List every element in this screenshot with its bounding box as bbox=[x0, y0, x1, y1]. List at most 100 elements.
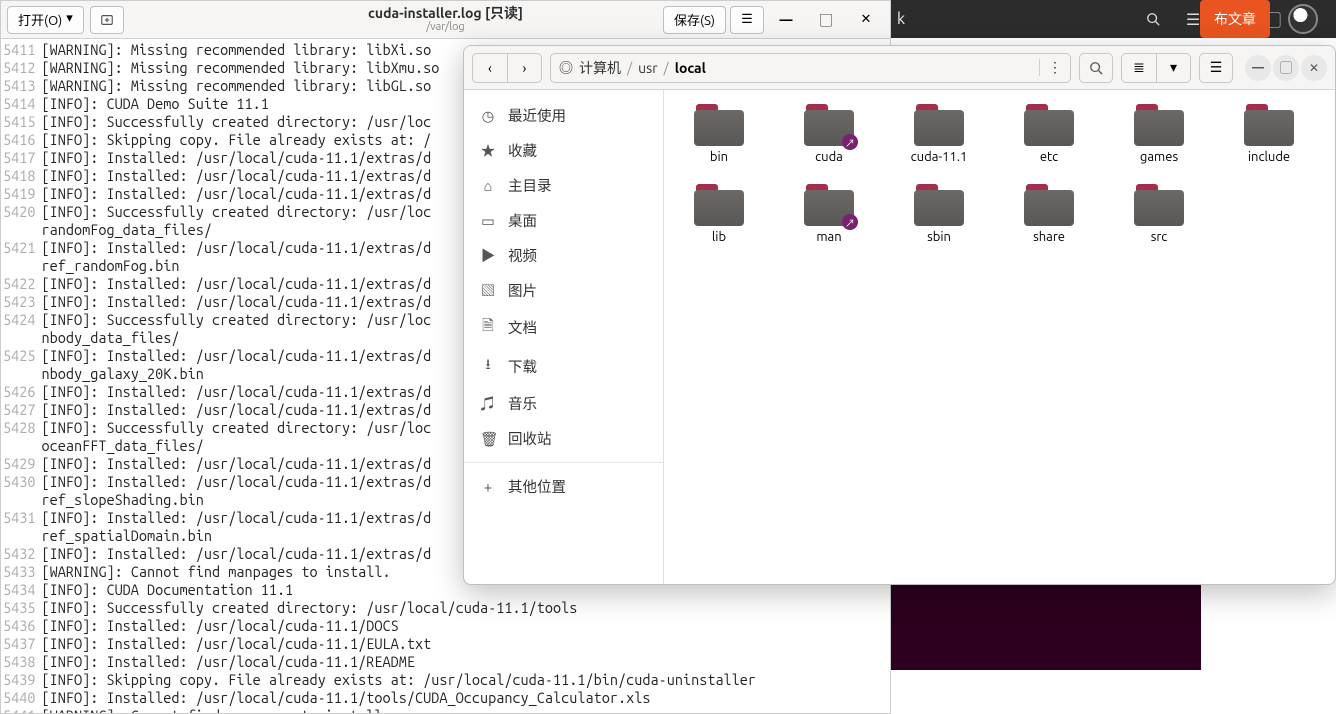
search-button[interactable] bbox=[1079, 53, 1113, 83]
nav-back-forward: ‹ › bbox=[472, 53, 542, 83]
folder-label: share bbox=[1033, 230, 1065, 244]
sidebar-item-label: 音乐 bbox=[508, 393, 537, 414]
view-switcher: ≣ ▾ bbox=[1121, 53, 1191, 83]
pathbar-menu-button[interactable]: ⋮ bbox=[1039, 59, 1062, 76]
recent-icon: ◷ bbox=[480, 107, 496, 125]
folder-icon bbox=[1134, 104, 1184, 146]
starred-icon: ★ bbox=[480, 140, 496, 161]
bg-search-button[interactable] bbox=[1136, 6, 1170, 32]
editor-title: cuda-installer.log [只读] /var/log bbox=[368, 6, 523, 33]
folder-games[interactable]: games bbox=[1122, 104, 1196, 164]
folder-label: include bbox=[1248, 150, 1290, 164]
fm-hamburger-button[interactable]: ☰ bbox=[1199, 53, 1233, 83]
folder-share[interactable]: share bbox=[1012, 184, 1086, 244]
publish-article-button[interactable]: 布文章 bbox=[1200, 0, 1270, 38]
fm-window-controls: ━ ▢ ✕ bbox=[1245, 55, 1327, 81]
folder-cuda[interactable]: ↗cuda bbox=[792, 104, 866, 164]
folder-label: src bbox=[1151, 230, 1168, 244]
sidebar-item-music[interactable]: ♫ 音乐 bbox=[464, 386, 663, 421]
avatar[interactable] bbox=[1288, 4, 1318, 34]
folder-icon bbox=[1024, 184, 1074, 226]
chevron-down-icon: ▾ bbox=[66, 11, 73, 26]
folder-icon bbox=[1024, 104, 1074, 146]
breadcrumb-local[interactable]: local bbox=[675, 60, 706, 76]
symlink-badge-icon: ↗ bbox=[842, 134, 858, 150]
folder-include[interactable]: include bbox=[1232, 104, 1306, 164]
close-button[interactable]: ✕ bbox=[848, 6, 884, 34]
line-number-gutter: 5411 5412 5413 5414 5415 5416 5417 5418 … bbox=[1, 39, 39, 713]
sidebar-item-label: 收藏 bbox=[508, 140, 537, 161]
fm-body: ◷最近使用★收藏⌂主目录▭桌面▶视频▧图片🗎文档⭳下载♫音乐🗑回收站+其他位置 … bbox=[464, 90, 1335, 584]
folder-icon bbox=[694, 104, 744, 146]
fm-maximize-button[interactable]: ▢ bbox=[1273, 55, 1299, 81]
folder-man[interactable]: ↗man bbox=[792, 184, 866, 244]
sidebar-separator bbox=[464, 462, 663, 463]
sidebar-item-label: 主目录 bbox=[508, 175, 552, 196]
fm-close-button[interactable]: ✕ bbox=[1301, 55, 1327, 81]
sidebar-item-label: 视频 bbox=[508, 245, 537, 266]
folder-icon bbox=[1134, 184, 1184, 226]
view-options-button[interactable]: ▾ bbox=[1156, 54, 1190, 82]
sidebar-item-pictures[interactable]: ▧图片 bbox=[464, 273, 663, 308]
hamburger-menu-button[interactable]: ☰ bbox=[730, 6, 764, 34]
folder-icon bbox=[1244, 104, 1294, 146]
plus-icon: + bbox=[480, 478, 496, 495]
open-button-label: 打开(O) bbox=[18, 10, 62, 29]
fm-content[interactable]: bin↗cudacuda-11.1etcgamesincludelib↗mans… bbox=[664, 90, 1335, 584]
desktop-icon: ▭ bbox=[480, 212, 496, 230]
editor-titlebar: 打开(O) ▾ cuda-installer.log [只读] /var/log… bbox=[1, 1, 890, 39]
sidebar-item-desktop[interactable]: ▭桌面 bbox=[464, 203, 663, 238]
sidebar-item-documents[interactable]: 🗎文档 bbox=[464, 308, 663, 347]
list-view-button[interactable]: ≣ bbox=[1122, 54, 1156, 82]
folder-label: etc bbox=[1040, 150, 1058, 164]
background-window-title-fragment: k bbox=[897, 10, 905, 28]
sidebar-item-starred[interactable]: ★ 收藏 bbox=[464, 133, 663, 168]
new-tab-button[interactable] bbox=[90, 6, 124, 34]
folder-label: sbin bbox=[927, 230, 951, 244]
folder-icon: ↗ bbox=[804, 184, 854, 226]
sidebar-item-label: 下载 bbox=[508, 356, 537, 377]
save-button[interactable]: 保存(S) bbox=[663, 6, 726, 34]
folder-icon bbox=[694, 184, 744, 226]
sidebar-item-label: 其他位置 bbox=[508, 476, 566, 497]
folder-lib[interactable]: lib bbox=[682, 184, 756, 244]
minimize-button[interactable]: ━ bbox=[768, 6, 804, 34]
breadcrumb-root[interactable]: 计算机 bbox=[579, 58, 621, 78]
folder-src[interactable]: src bbox=[1122, 184, 1196, 244]
breadcrumb-separator: / bbox=[627, 60, 632, 76]
fm-sidebar: ◷ 最近使用 ★ 收藏 ⌂主目录▭桌面 ▶ 视频 ▧图片🗎文档 ⭳ 下载 ♫ 音乐 🗑回收站 + 其他位置 bbox=[464, 90, 664, 584]
breadcrumb-usr[interactable]: usr bbox=[638, 60, 657, 76]
folder-label: games bbox=[1140, 150, 1178, 164]
folder-cuda-11-1[interactable]: cuda-11.1 bbox=[902, 104, 976, 164]
downloads-icon: ⭳ bbox=[480, 354, 496, 379]
folder-sbin[interactable]: sbin bbox=[902, 184, 976, 244]
maximize-button[interactable]: ▢ bbox=[808, 6, 844, 34]
sidebar-item-recent[interactable]: ◷ 最近使用 bbox=[464, 98, 663, 133]
sidebar-item-home[interactable]: ⌂主目录 bbox=[464, 168, 663, 203]
sidebar-item-trash[interactable]: 🗑回收站 bbox=[464, 421, 663, 456]
sidebar-item-videos[interactable]: ▶ 视频 bbox=[464, 238, 663, 273]
breadcrumb-separator: / bbox=[664, 60, 669, 76]
fm-header: ‹ › ◎ 计算机 / usr / local ⋮ ≣ ▾ ☰ ━ ▢ ✕ bbox=[464, 46, 1335, 90]
folder-bin[interactable]: bin bbox=[682, 104, 756, 164]
fm-minimize-button[interactable]: ━ bbox=[1245, 55, 1271, 81]
folder-etc[interactable]: etc bbox=[1012, 104, 1086, 164]
nav-forward-button[interactable]: › bbox=[507, 54, 541, 82]
sidebar-item-label: 最近使用 bbox=[508, 105, 566, 126]
folder-label: lib bbox=[712, 230, 726, 244]
open-button[interactable]: 打开(O) ▾ bbox=[7, 6, 84, 34]
folder-label: cuda bbox=[815, 150, 843, 164]
editor-title-text: cuda-installer.log [只读] bbox=[368, 6, 523, 21]
editor-subtitle-text: /var/log bbox=[368, 21, 523, 33]
file-manager-window: ‹ › ◎ 计算机 / usr / local ⋮ ≣ ▾ ☰ ━ ▢ ✕ ◷ 最… bbox=[463, 45, 1336, 585]
folder-icon bbox=[914, 104, 964, 146]
new-tab-icon bbox=[100, 13, 114, 27]
nav-back-button[interactable]: ‹ bbox=[473, 54, 507, 82]
sidebar-item-label: 图片 bbox=[508, 280, 537, 301]
videos-icon: ▶ bbox=[480, 245, 496, 266]
sidebar-item-downloads[interactable]: ⭳ 下载 bbox=[464, 347, 663, 386]
pathbar[interactable]: ◎ 计算机 / usr / local ⋮ bbox=[550, 53, 1071, 83]
music-icon: ♫ bbox=[480, 393, 496, 414]
sidebar-item-other-locations[interactable]: + 其他位置 bbox=[464, 469, 663, 504]
folder-label: cuda-11.1 bbox=[911, 150, 968, 164]
